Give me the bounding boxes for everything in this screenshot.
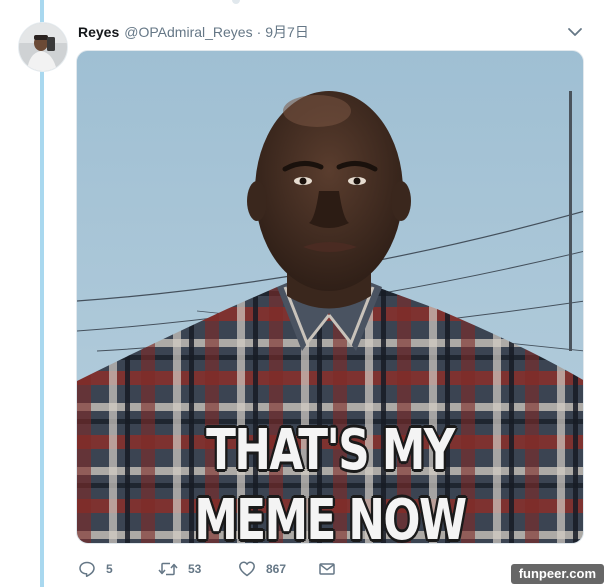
- heart-icon: [239, 561, 255, 577]
- header-separator: ·: [256, 24, 262, 40]
- like-button[interactable]: 867: [238, 558, 286, 580]
- reply-count: 5: [106, 562, 113, 576]
- retweet-icon: [158, 562, 178, 576]
- avatar[interactable]: [18, 22, 68, 72]
- tweet-stage: Reyes @OPAdmiral_Reyes · 9月7日 THAT'S MY …: [0, 0, 608, 587]
- like-count: 867: [266, 562, 287, 576]
- thread-connector-line: [40, 0, 44, 587]
- user-handle[interactable]: @OPAdmiral_Reyes: [124, 24, 252, 40]
- retweet-button[interactable]: 53: [158, 558, 201, 580]
- envelope-icon: [319, 563, 335, 575]
- tweet-action-bar: 5 53 867: [78, 558, 378, 580]
- tweet-header: Reyes @OPAdmiral_Reyes · 9月7日: [78, 22, 309, 42]
- meme-caption-line-1: THAT'S MY: [206, 418, 455, 483]
- tweet-date[interactable]: 9月7日: [265, 22, 309, 42]
- meme-caption-line-2: MEME NOW HOMIE: [194, 488, 467, 544]
- avatar-image: [19, 23, 67, 71]
- retweet-count: 53: [188, 562, 202, 576]
- tweet-menu-button[interactable]: [566, 24, 584, 40]
- tweet-media[interactable]: THAT'S MY MEME NOW HOMIE: [76, 50, 584, 544]
- reply-button[interactable]: 5: [78, 558, 113, 580]
- chevron-down-icon: [568, 28, 582, 36]
- top-divider-dot: [232, 0, 240, 4]
- display-name[interactable]: Reyes: [78, 24, 119, 40]
- reply-icon: [79, 561, 95, 578]
- watermark: funpeer.com: [510, 564, 604, 584]
- direct-message-button[interactable]: [318, 558, 336, 580]
